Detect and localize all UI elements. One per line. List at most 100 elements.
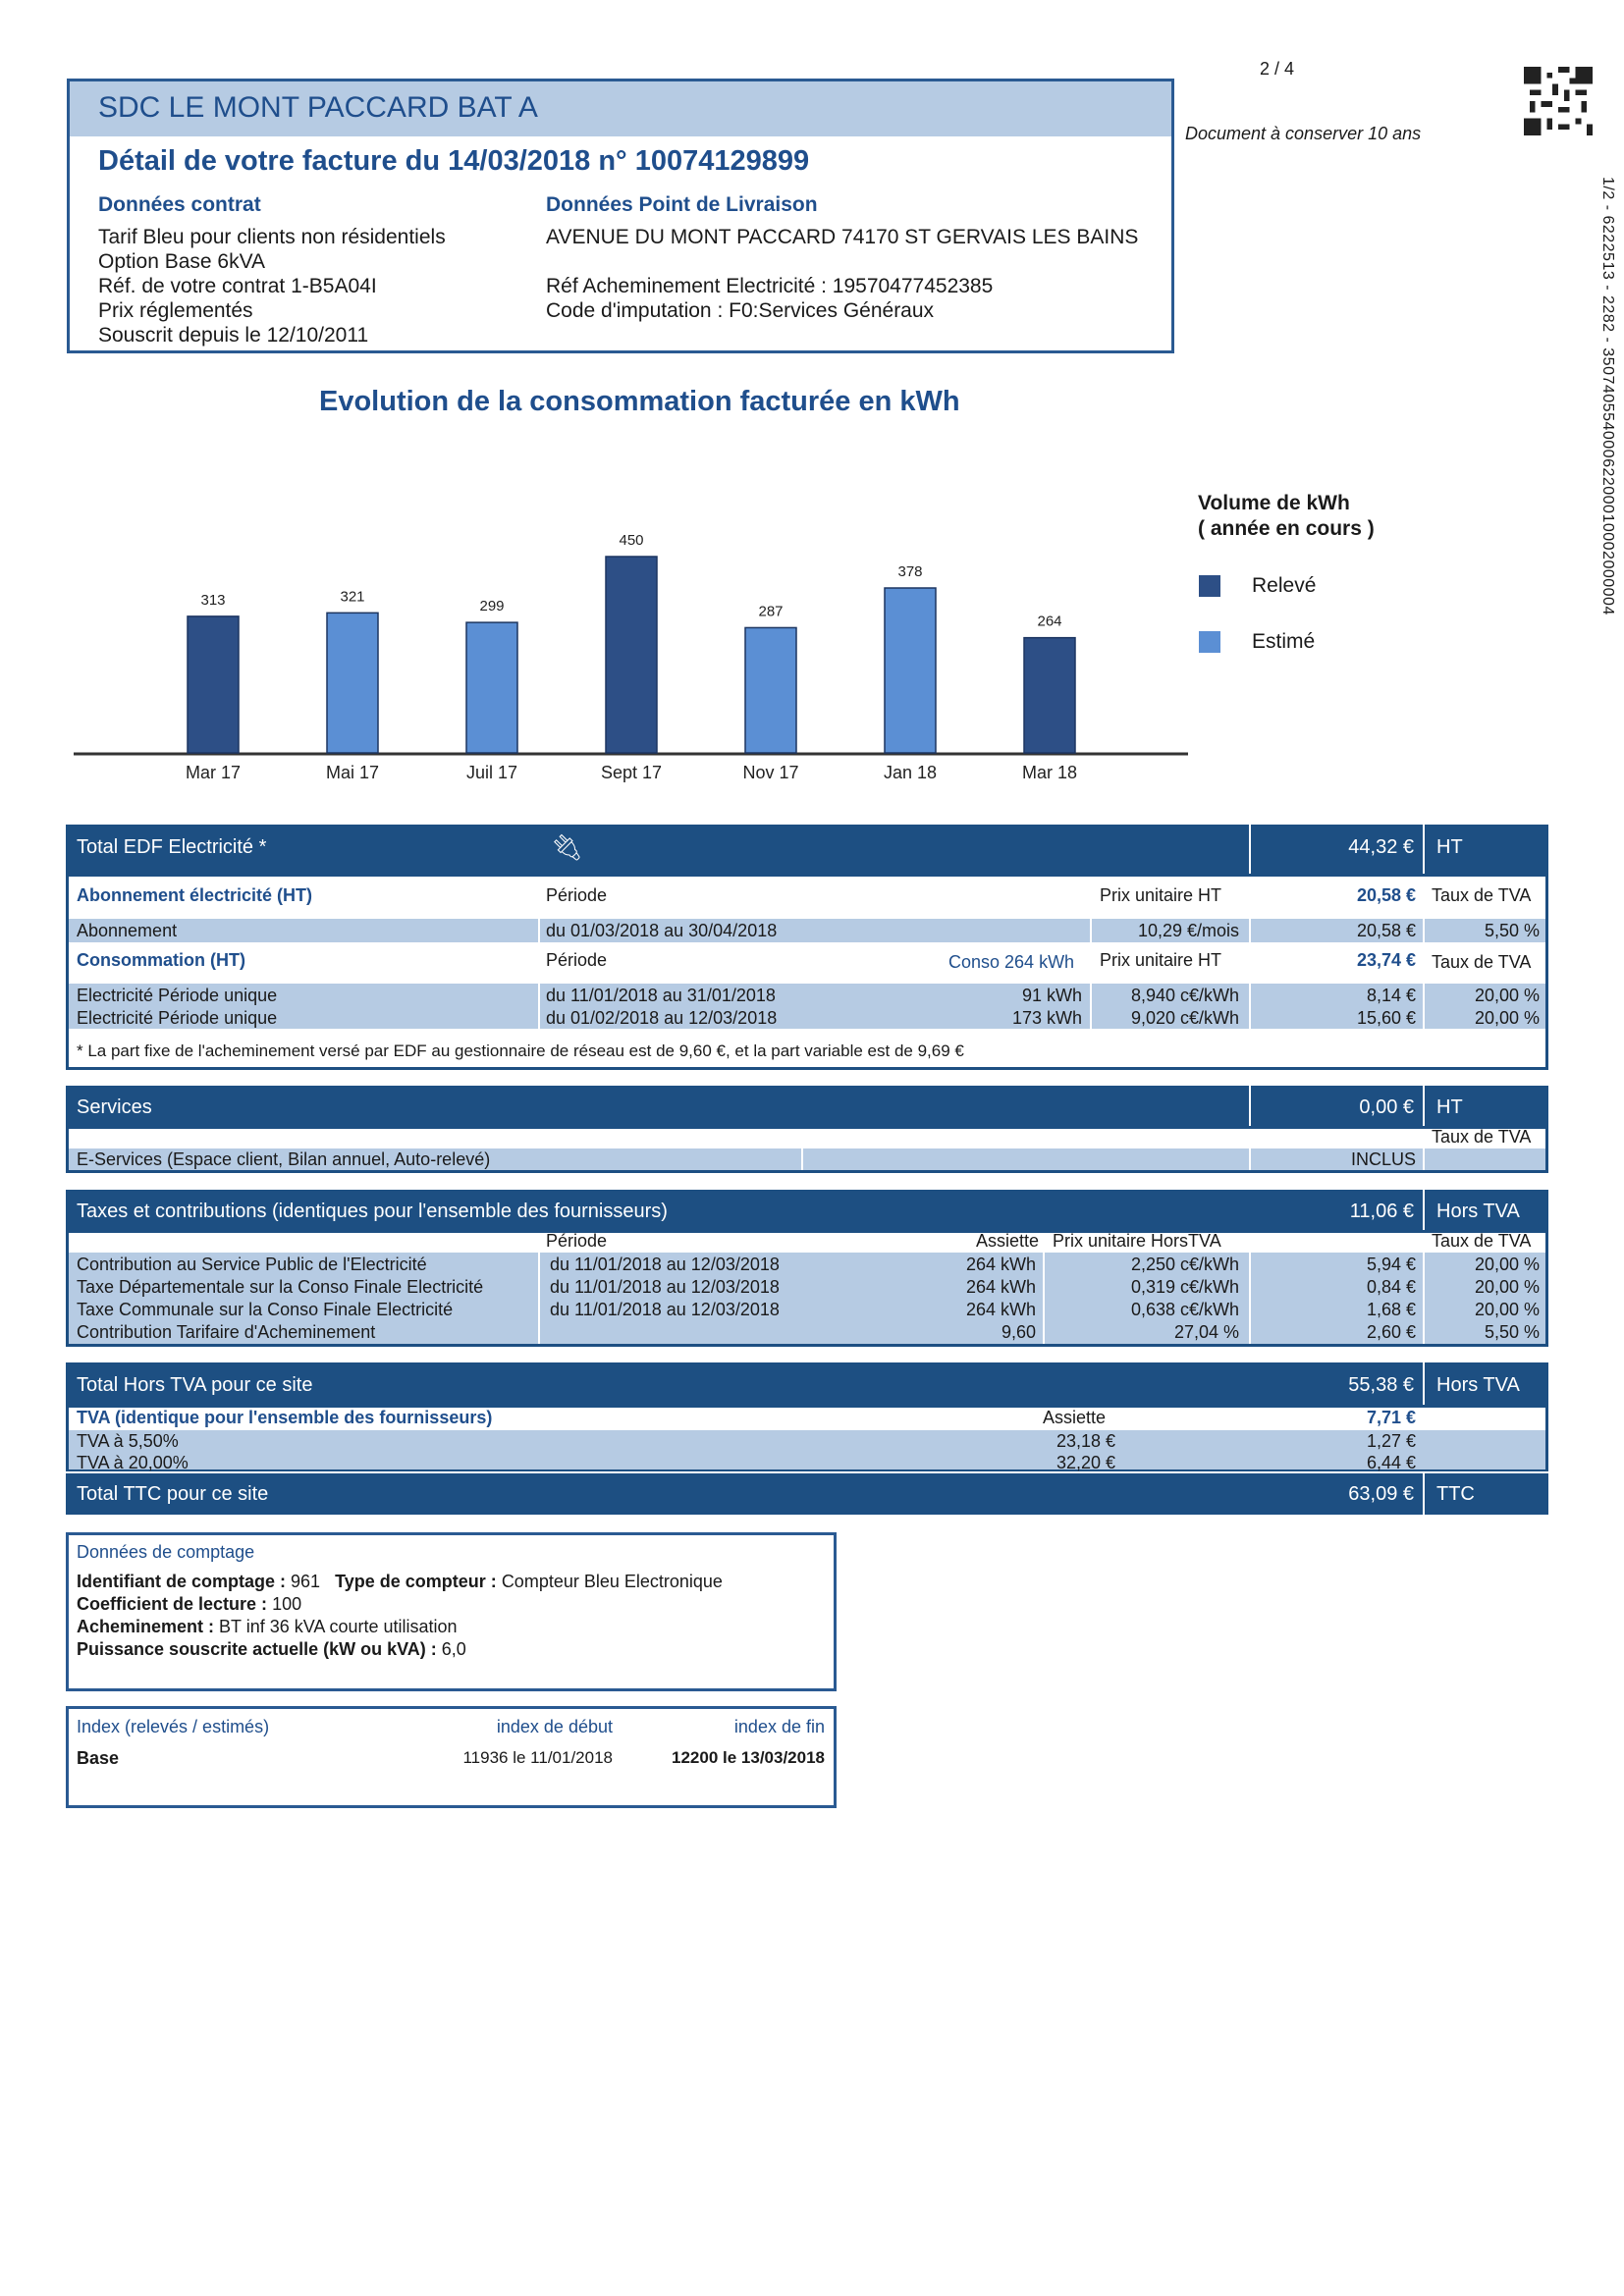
comptage-ach-label: Acheminement :	[77, 1617, 215, 1636]
divider	[1043, 1253, 1045, 1344]
edf-total-unit: HT	[1436, 836, 1463, 858]
conso-kwh: Conso 264 kWh	[948, 952, 1075, 972]
legend-title-line: ( année en cours )	[1198, 517, 1375, 540]
tax-row-montant: 1,68 €	[1366, 1300, 1416, 1319]
assiette-header: Assiette	[1043, 1408, 1107, 1427]
contract-label: Données contrat	[98, 193, 261, 216]
chart-value-label: 299	[479, 598, 504, 614]
plug-icon: 🔌︎	[551, 832, 584, 862]
abonnement-row-prix: 10,29 €/mois	[1137, 921, 1239, 940]
tax-row-label: Taxe Communale sur la Conso Finale Elect…	[77, 1300, 454, 1319]
tax-row-montant: 0,84 €	[1366, 1277, 1416, 1297]
tva-row-montant: 1,27 €	[1366, 1431, 1416, 1451]
services-label: Services	[77, 1096, 152, 1118]
legend-label-releve: Relevé	[1252, 574, 1317, 597]
tax-row-tva: 20,00 %	[1474, 1255, 1540, 1274]
services-total: 0,00 €	[1359, 1096, 1414, 1118]
conso-row-tva: 20,00 %	[1474, 986, 1540, 1005]
tax-row-periode: du 11/01/2018 au 12/03/2018	[550, 1277, 780, 1297]
chart-value-label: 321	[340, 588, 364, 605]
comptage-line: Coefficient de lecture : 100	[77, 1594, 301, 1615]
abonnement-row-periode: du 01/03/2018 au 30/04/2018	[546, 921, 778, 940]
conso-row-montant: 8,14 €	[1366, 986, 1416, 1005]
page-number: 2 / 4	[1260, 59, 1295, 79]
chart-category-label: Sept 17	[601, 763, 662, 782]
legend-label-estime: Estimé	[1252, 630, 1316, 653]
tva-header: Taux de TVA	[1432, 885, 1532, 905]
prix-header: Prix unitaire HT	[1100, 885, 1222, 905]
divider	[538, 984, 540, 1029]
divider	[538, 1253, 540, 1344]
comptage-title: Données de comptage	[77, 1542, 255, 1562]
divider	[1249, 984, 1251, 1029]
conso-row-prix: 9,020 c€/kWh	[1130, 1008, 1239, 1028]
tva-header: Taux de TVA	[1432, 1127, 1532, 1147]
legend-swatch-estime	[1199, 631, 1220, 653]
tax-row-prix: 2,250 c€/kWh	[1130, 1255, 1239, 1274]
total-ttc-value: 63,09 €	[1348, 1483, 1414, 1505]
divider	[1423, 1086, 1425, 1129]
tva-row-label: TVA à 5,50%	[77, 1431, 179, 1451]
comptage-puiss-value: 6,0	[441, 1639, 466, 1659]
total-ttc-unit: TTC	[1436, 1483, 1475, 1505]
comptage-coef-label: Coefficient de lecture :	[77, 1594, 268, 1614]
delivery-code: Code d'imputation : F0:Services Généraux	[546, 299, 935, 322]
tax-row-prix: 27,04 %	[1173, 1322, 1239, 1342]
conso-row-periode: du 01/02/2018 au 12/03/2018	[546, 1008, 778, 1028]
qr-code-icon	[1524, 67, 1593, 135]
conso-row-label: Electricité Période unique	[77, 1008, 278, 1028]
total-ht-value: 55,38 €	[1348, 1374, 1414, 1396]
index-row-label: Base	[77, 1748, 120, 1768]
contract-line: Prix réglementés	[98, 299, 253, 322]
tva-header: Taux de TVA	[1432, 1231, 1532, 1251]
divider	[1090, 984, 1092, 1029]
tax-row-assiette: 264 kWh	[965, 1277, 1036, 1297]
chart-title: Evolution de la consommation facturée en…	[319, 386, 960, 417]
consumption-chart: 313 Mar 17 321 Mai 17 299 Juil 17 450 Sept 17 28…	[74, 532, 1188, 782]
delivery-label: Données Point de Livraison	[546, 193, 818, 216]
chart-value-label: 313	[200, 592, 225, 609]
chart-category-label: Jan 18	[884, 763, 937, 782]
divider	[1423, 1190, 1425, 1233]
index-title: Index (relevés / estimés)	[77, 1717, 270, 1736]
divider	[1249, 1253, 1251, 1344]
divider	[1423, 825, 1425, 877]
index-fin-value: 12200 le 13/03/2018	[672, 1748, 825, 1767]
conso-row-qte: 173 kWh	[1011, 1008, 1082, 1028]
conso-row-montant: 15,60 €	[1356, 1008, 1416, 1028]
tax-row-montant: 2,60 €	[1366, 1322, 1416, 1342]
abonnement-row-montant: 20,58 €	[1356, 921, 1416, 940]
chart-bar	[605, 556, 658, 754]
customer-name: SDC LE MONT PACCARD BAT A	[98, 91, 538, 124]
divider	[801, 1148, 803, 1170]
tva-row-label: TVA à 20,00%	[77, 1453, 189, 1472]
services-row-value: INCLUS	[1350, 1149, 1416, 1169]
divider	[1423, 1362, 1425, 1408]
tax-row-montant: 5,94 €	[1366, 1255, 1416, 1274]
tva-total: 7,71 €	[1366, 1408, 1416, 1427]
tax-row-label: Taxe Départementale sur la Conso Finale …	[77, 1277, 484, 1297]
comptage-type-value: Compteur Bleu Electronique	[501, 1572, 723, 1591]
conso-row-periode: du 11/01/2018 au 31/01/2018	[546, 986, 776, 1005]
total-ht-unit: Hors TVA	[1436, 1374, 1520, 1396]
abonnement-row-tva: 5,50 %	[1484, 921, 1540, 940]
chart-bar	[326, 612, 379, 754]
contract-line: Tarif Bleu pour clients non résidentiels	[98, 226, 446, 248]
comptage-type-label: Type de compteur :	[335, 1572, 497, 1591]
chart-category-label: Mai 17	[326, 763, 379, 782]
prix-header: Prix unitaire HorsTVA	[1053, 1231, 1221, 1251]
periode-header: Période	[546, 885, 608, 905]
comptage-line: Puissance souscrite actuelle (kW ou kVA)…	[77, 1639, 466, 1660]
tva-row-assiette: 23,18 €	[1056, 1431, 1115, 1451]
chart-bar	[884, 587, 937, 754]
index-debut-value: 11936 le 11/01/2018	[462, 1748, 613, 1767]
contract-line: Souscrit depuis le 12/10/2011	[98, 324, 369, 347]
comptage-id-value: 961	[291, 1572, 321, 1591]
conso-row-prix: 8,940 c€/kWh	[1130, 986, 1239, 1005]
conso-row-qte: 91 kWh	[1021, 986, 1082, 1005]
tax-row-assiette: 264 kWh	[965, 1300, 1036, 1319]
divider	[1249, 825, 1251, 877]
chart-bar	[187, 615, 240, 754]
tax-row-prix: 0,638 c€/kWh	[1130, 1300, 1239, 1319]
tva-section-label: TVA (identique pour l'ensemble des fourn…	[77, 1408, 493, 1427]
